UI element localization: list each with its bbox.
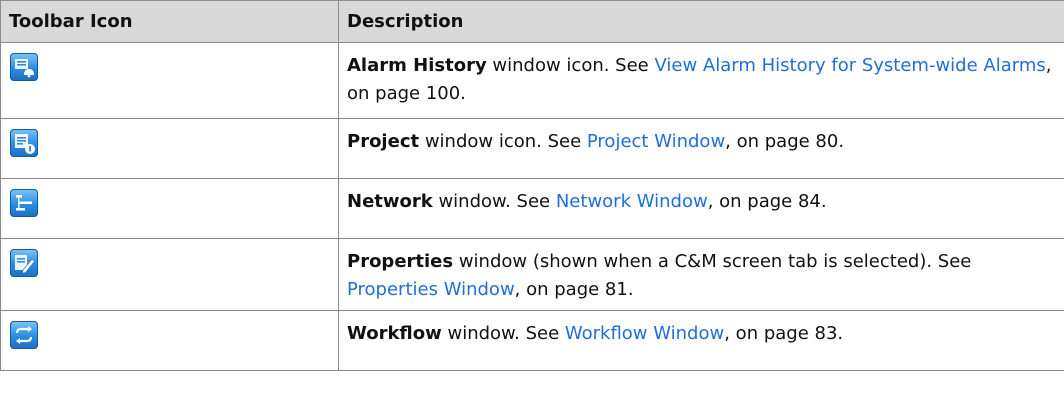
row-page-ref: , on page 84.	[707, 191, 827, 212]
row-title: Network	[347, 191, 433, 212]
row-page-ref: , on page 80.	[725, 131, 845, 152]
table-row: Project window icon. See Project Window,…	[0, 118, 1064, 179]
network-window-icon	[10, 189, 38, 217]
row-title: Workflow	[347, 323, 442, 344]
project-window-icon	[10, 129, 38, 157]
toolbar-icon-table: Toolbar Icon Description Alarm History w…	[0, 0, 1064, 371]
properties-window-icon	[10, 249, 38, 277]
project-window-link[interactable]: Project Window	[587, 131, 725, 152]
header-description: Description	[338, 0, 1064, 43]
table-row: Workflow window. See Workflow Window, on…	[0, 310, 1064, 371]
row-text: window icon. See	[419, 131, 587, 152]
row-text: window. See	[432, 191, 556, 212]
table-row: Properties window (shown when a C&M scre…	[0, 238, 1064, 311]
row-text: window (shown when a C&M screen tab is s…	[453, 251, 972, 272]
network-window-link[interactable]: Network Window	[556, 191, 708, 212]
alarm-history-icon	[10, 53, 38, 81]
header-toolbar-icon: Toolbar Icon	[0, 0, 339, 43]
workflow-window-icon	[10, 321, 38, 349]
row-page-ref: , on page 81.	[514, 279, 634, 300]
row-title: Properties	[347, 251, 454, 272]
table-row: Alarm History window icon. See View Alar…	[0, 42, 1064, 119]
row-page-ref: , on page 83.	[724, 323, 844, 344]
table-header-row: Toolbar Icon Description	[0, 0, 1064, 43]
row-text: window. See	[441, 323, 565, 344]
row-title: Project	[347, 131, 420, 152]
row-title: Alarm History	[347, 55, 487, 76]
workflow-window-link[interactable]: Workflow Window	[565, 323, 724, 344]
table-row: Network window. See Network Window, on p…	[0, 178, 1064, 239]
view-alarm-history-link[interactable]: View Alarm History for System-wide Alarm…	[654, 55, 1045, 76]
properties-window-link[interactable]: Properties Window	[347, 279, 515, 300]
row-text: window icon. See	[486, 55, 655, 76]
